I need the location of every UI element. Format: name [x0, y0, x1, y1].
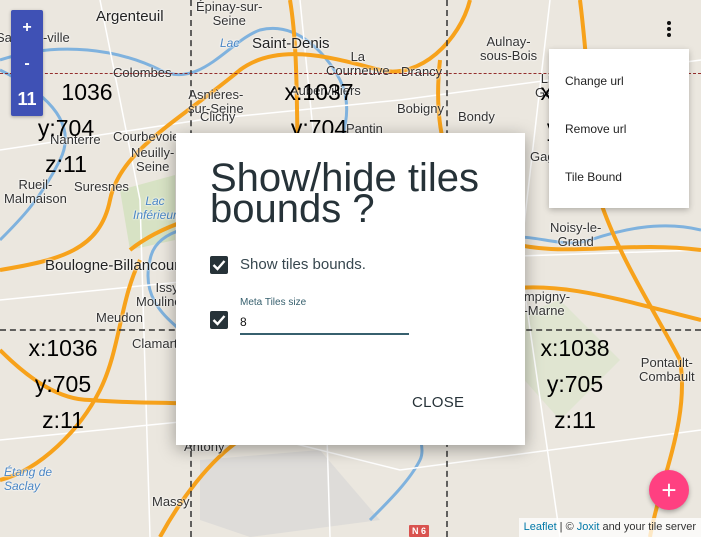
place-label: Suresnes [74, 179, 129, 194]
place-label: Massy [152, 494, 190, 509]
show-bounds-label: Show tiles bounds. [240, 256, 366, 273]
joxit-link[interactable]: Joxit [577, 521, 600, 533]
add-button[interactable]: + [649, 470, 689, 510]
place-label: Drancy [401, 64, 443, 79]
place-label: Argenteuil [96, 8, 164, 25]
attribution-text: and your tile server [599, 521, 696, 533]
lake-label: Lac Inférieur [133, 194, 178, 222]
zoom-control: + - 11 [11, 10, 43, 116]
tile-z: z:11 [45, 151, 87, 177]
place-label: Épinay-sur- Seine [196, 0, 263, 28]
options-menu: Change url Remove url Tile Bound [549, 49, 689, 208]
place-label: Bobigny [397, 101, 444, 116]
tile-x: x:1037 [284, 79, 354, 105]
place-label: Aulnay- sous-Bois [480, 34, 538, 63]
place-label: Clamart [132, 336, 178, 351]
meta-tiles-size-label: Meta Tiles size [240, 297, 307, 308]
tile-coord-label: x:1038 y:705 z:11 [510, 330, 640, 438]
more-vert-icon[interactable] [662, 19, 676, 41]
tiles-bounds-dialog: Show/hide tiles bounds ? Show tiles boun… [176, 133, 525, 445]
road-badge: N 6 [409, 525, 429, 537]
place-label: Meudon [96, 310, 143, 325]
zoom-in-button[interactable]: + [11, 10, 43, 46]
tile-z: z:11 [42, 407, 84, 433]
menu-item-remove-url[interactable]: Remove url [549, 105, 689, 153]
lake-label: Lac [220, 36, 240, 50]
menu-item-change-url[interactable]: Change url [549, 57, 689, 105]
zoom-out-button[interactable]: - [11, 46, 43, 82]
meta-tiles-checkbox[interactable] [210, 311, 228, 329]
place-label: Rueil- Malmaison [4, 177, 67, 206]
lake-label: Étang de Saclay [4, 465, 53, 493]
place-label: Boulogne-Billancourt [45, 257, 184, 274]
tile-x: x:1036 [28, 335, 98, 361]
check-icon [212, 315, 226, 326]
close-button[interactable]: CLOSE [412, 394, 464, 411]
map-attribution: Leaflet | © Joxit and your tile server [518, 518, 701, 537]
tile-z: z:11 [554, 407, 596, 433]
meta-tiles-size-field: Meta Tiles size [240, 297, 409, 335]
place-label: Neuilly- Seine [131, 145, 175, 174]
tile-x: x:1038 [540, 335, 610, 361]
show-bounds-checkbox[interactable] [210, 256, 228, 274]
menu-item-tile-bound[interactable]: Tile Bound [549, 153, 689, 201]
place-label: Bondy [458, 109, 495, 124]
place-label: Pontault- Combault [639, 355, 695, 384]
dialog-title: Show/hide tiles bounds ? [210, 156, 480, 231]
leaflet-link[interactable]: Leaflet [524, 521, 557, 533]
zoom-level-indicator: 11 [17, 89, 37, 109]
place-label: Clichy [200, 109, 236, 124]
place-label: Saint-Denis [252, 35, 330, 52]
attribution-separator: | © [556, 521, 577, 533]
plus-icon: + [661, 475, 677, 505]
meta-tiles-size-input[interactable] [240, 315, 409, 335]
tile-y: y:705 [546, 371, 604, 397]
tile-coord-label: x:1036 y:705 z:11 [0, 330, 128, 438]
place-label: Noisy-le- Grand [550, 220, 602, 249]
tile-y: y:705 [34, 371, 92, 397]
check-icon [212, 260, 226, 271]
